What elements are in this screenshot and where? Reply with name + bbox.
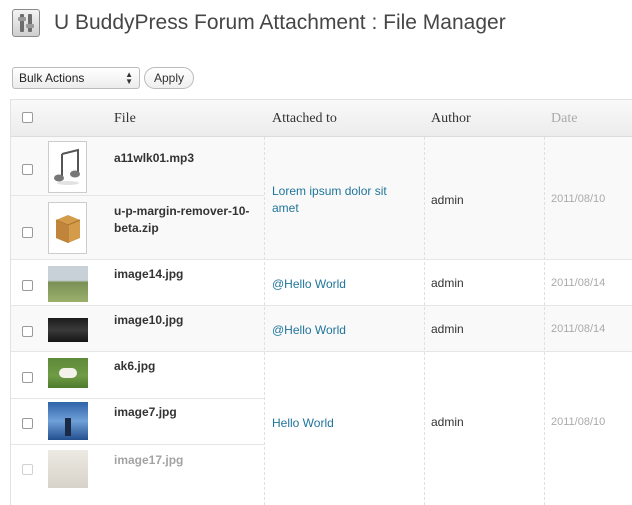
bulk-actions-select[interactable]: Bulk Actions ▲ ▼	[12, 67, 140, 89]
author-name: admin	[431, 276, 464, 290]
archive-box-icon	[48, 202, 87, 254]
author-name: admin	[431, 322, 464, 336]
column-header-author[interactable]: Author	[431, 111, 471, 127]
attached-to-link[interactable]: @Hello World	[272, 276, 402, 293]
person-silhouette	[65, 418, 71, 436]
row-checkbox[interactable]	[22, 164, 33, 175]
file-name-link[interactable]: u-p-margin-remover-10-beta.zip	[114, 203, 259, 237]
bulk-actions-label: Bulk Actions	[19, 71, 85, 85]
attached-to-link[interactable]: Hello World	[272, 415, 402, 432]
column-header-attached[interactable]: Attached to	[272, 111, 337, 127]
file-name-link[interactable]: image10.jpg	[114, 312, 259, 329]
table-header: File Attached to Author Date	[11, 100, 632, 137]
page-title: U BuddyPress Forum Attachment : File Man…	[54, 11, 506, 34]
author-name: admin	[431, 415, 464, 429]
column-separator	[264, 137, 265, 505]
image-thumbnail	[48, 402, 88, 440]
attached-to-link[interactable]: Lorem ipsum dolor sit amet	[272, 183, 402, 217]
column-separator	[544, 137, 545, 505]
column-header-date[interactable]: Date	[551, 111, 577, 127]
date-value: 2011/08/14	[551, 277, 606, 289]
date-value: 2011/08/10	[551, 416, 606, 428]
author-name: admin	[431, 193, 464, 207]
file-name-link[interactable]: a11wlk01.mp3	[114, 150, 259, 167]
select-all-checkbox[interactable]	[22, 112, 33, 123]
date-value: 2011/08/10	[551, 193, 606, 205]
row-checkbox[interactable]	[22, 372, 33, 383]
column-separator	[424, 137, 425, 505]
row-checkbox[interactable]	[22, 227, 33, 238]
page-header: U BuddyPress Forum Attachment : File Man…	[12, 8, 506, 38]
image-thumbnail	[48, 450, 88, 488]
select-arrows-icon: ▲ ▼	[125, 70, 133, 86]
file-manager-page: U BuddyPress Forum Attachment : File Man…	[0, 0, 632, 505]
sheep-shape	[59, 368, 77, 378]
apply-button[interactable]: Apply	[144, 67, 195, 89]
plugin-settings-icon	[12, 9, 40, 37]
row-divider	[11, 444, 264, 445]
bulk-actions-bar: Bulk Actions ▲ ▼ Apply	[12, 67, 195, 89]
file-name-link[interactable]: image14.jpg	[114, 266, 259, 283]
files-table: File Attached to Author Date a11wlk01.mp…	[10, 99, 632, 505]
row-checkbox[interactable]	[22, 280, 33, 291]
image-thumbnail	[48, 266, 88, 302]
file-name-link[interactable]: ak6.jpg	[114, 358, 259, 375]
file-name-link[interactable]: image7.jpg	[114, 404, 259, 421]
date-value: 2011/08/14	[551, 323, 606, 335]
image-thumbnail	[48, 358, 88, 388]
attached-to-link[interactable]: @Hello World	[272, 322, 402, 339]
row-checkbox[interactable]	[22, 464, 33, 475]
row-checkbox[interactable]	[22, 326, 33, 337]
row-divider	[11, 398, 264, 399]
music-note-icon	[48, 141, 87, 193]
row-checkbox[interactable]	[22, 418, 33, 429]
column-header-file[interactable]: File	[114, 111, 136, 127]
image-thumbnail	[48, 318, 88, 342]
row-divider	[11, 195, 264, 196]
file-name-link[interactable]: image17.jpg	[114, 452, 259, 469]
